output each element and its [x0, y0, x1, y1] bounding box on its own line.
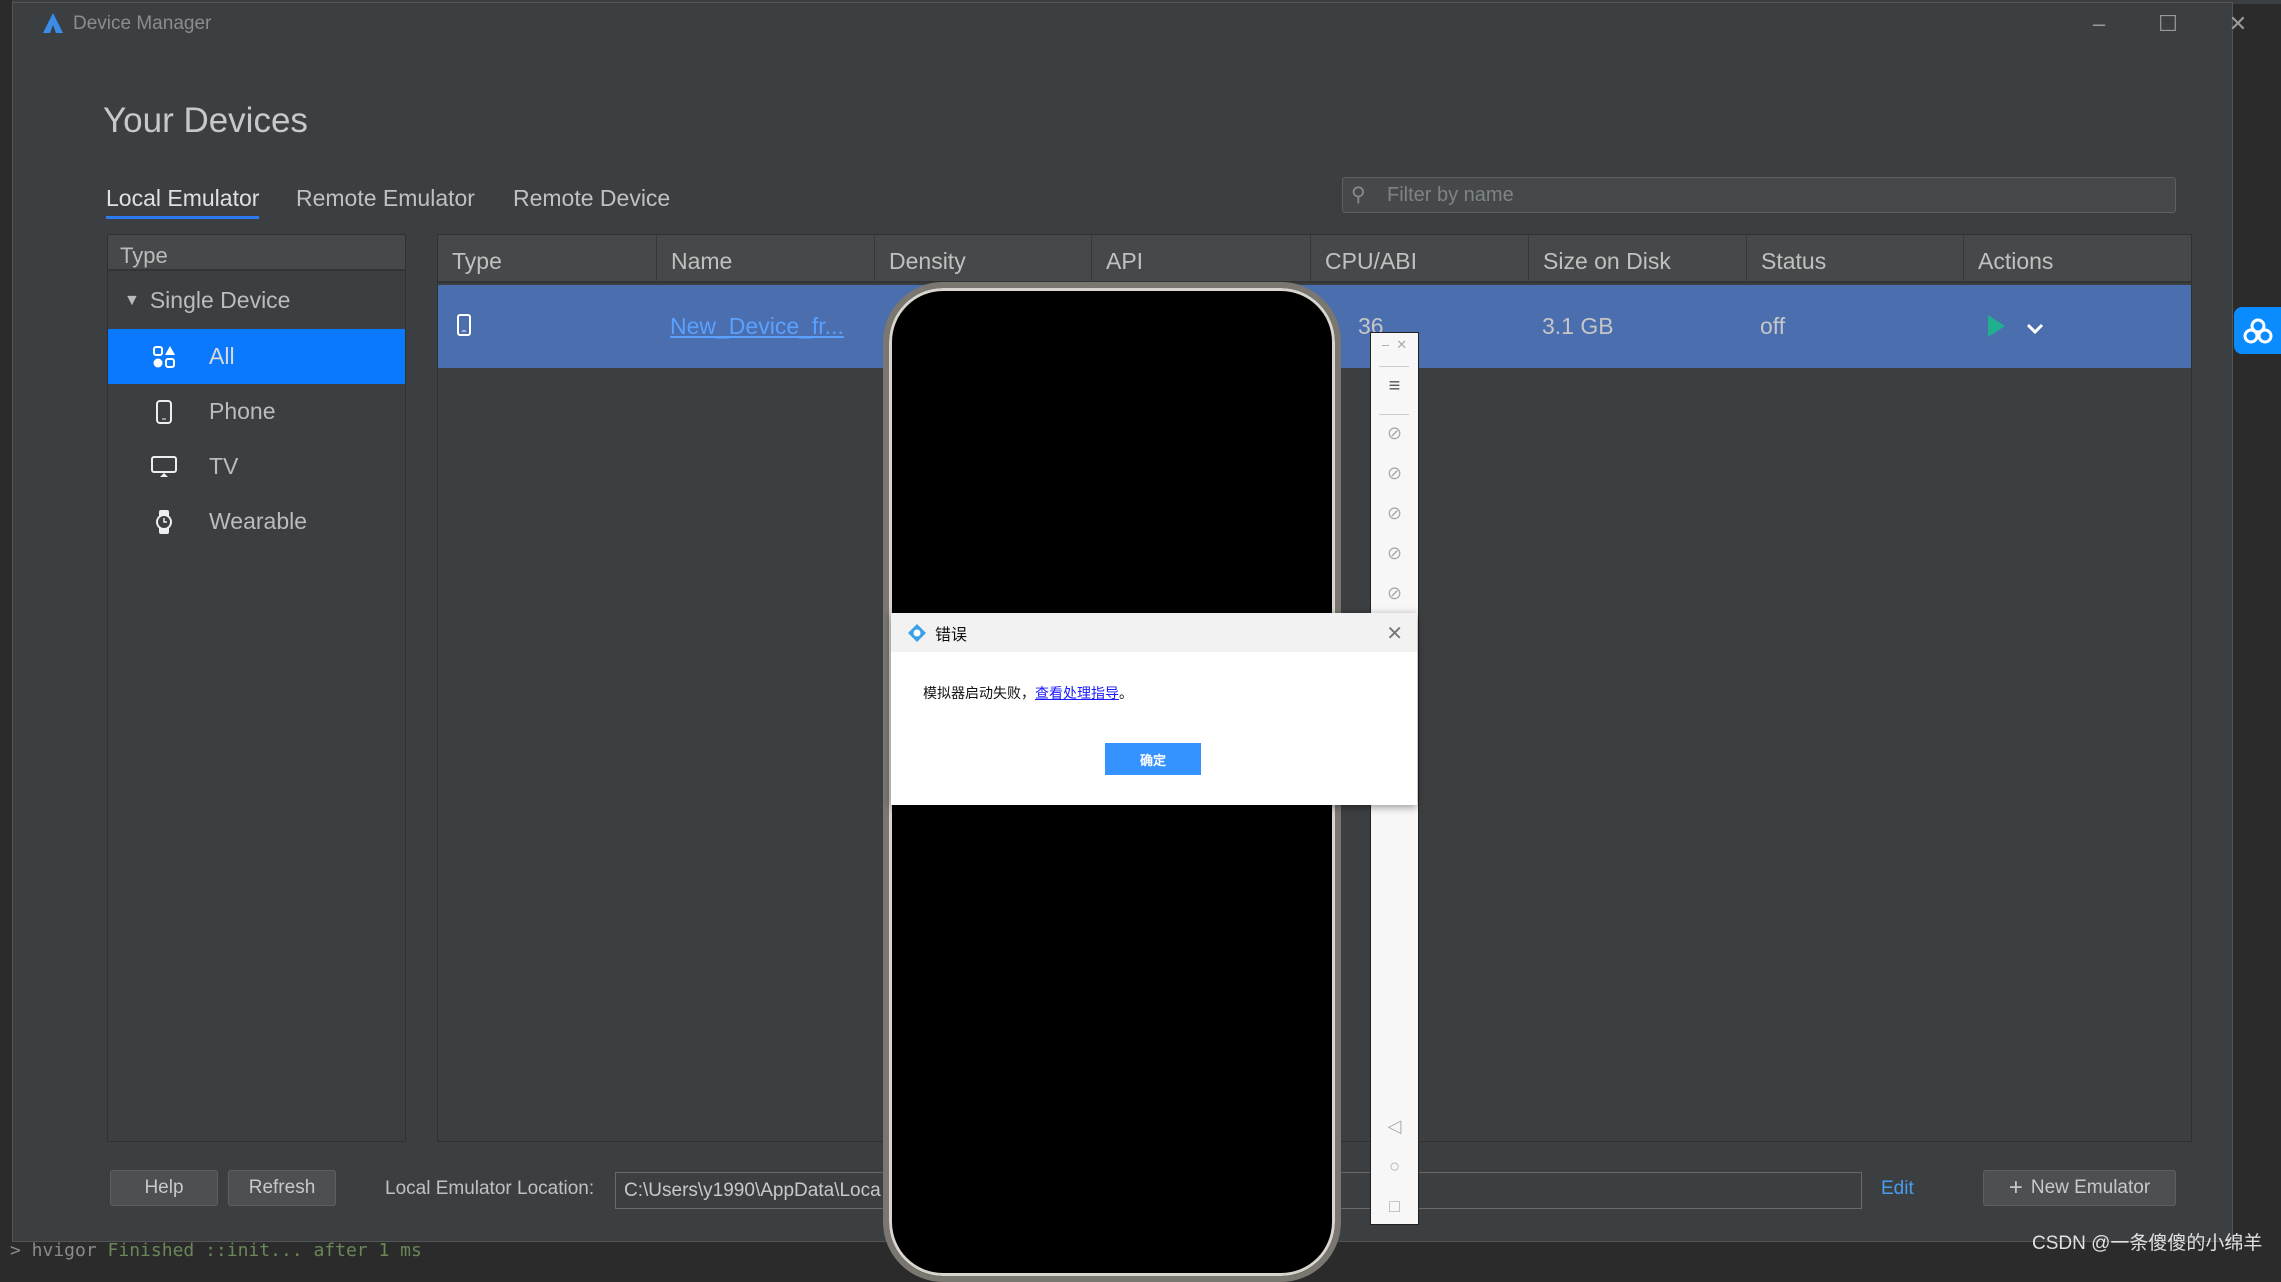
console-output: > hvigor Finished ::init... after 1 ms: [10, 1240, 422, 1261]
chevron-down-icon[interactable]: [2026, 315, 2044, 342]
help-button[interactable]: Help: [110, 1170, 218, 1206]
type-item-label: Wearable: [209, 508, 308, 534]
console-text: Finished ::init... after 1 ms: [107, 1240, 422, 1261]
new-emulator-button[interactable]: + New Emulator: [1983, 1170, 2176, 1206]
column-density[interactable]: Density: [874, 235, 980, 283]
type-item-wearable[interactable]: Wearable: [108, 494, 405, 549]
phone-icon: [456, 313, 472, 343]
triangle-down-icon: ▼: [124, 291, 140, 309]
floating-assistant-button[interactable]: [2234, 307, 2281, 354]
menu-icon[interactable]: ≡: [1371, 375, 1418, 398]
type-item-label: All: [209, 343, 235, 369]
group-label: Single Device: [149, 287, 291, 313]
page-title: Your Devices: [103, 101, 308, 140]
type-item-phone[interactable]: Phone: [108, 384, 405, 439]
play-button[interactable]: [1986, 314, 2006, 344]
dialog-close-button[interactable]: ✕: [1386, 621, 1403, 646]
table-header: Type Name Density API CPU/ABI Size on Di…: [438, 235, 2191, 283]
column-actions: Actions: [1963, 235, 2067, 283]
tv-icon: [151, 454, 177, 480]
volume-up-disabled-icon[interactable]: ⊘: [1371, 463, 1418, 484]
ide-left-strip: [0, 0, 12, 1260]
type-item-all[interactable]: All: [108, 329, 405, 384]
device-name-link[interactable]: New_Device_fr...: [670, 313, 844, 339]
filter-field[interactable]: ⚲: [1342, 177, 2176, 213]
group-single-device[interactable]: ▼ Single Device: [108, 273, 405, 328]
column-name[interactable]: Name: [656, 235, 746, 283]
maximize-button[interactable]: ☐: [2153, 11, 2183, 37]
app-logo-icon: [43, 13, 63, 33]
cell-size: 3.1 GB: [1542, 313, 1614, 339]
column-api[interactable]: API: [1091, 235, 1157, 283]
help-guide-link[interactable]: 查看处理指导: [1035, 685, 1119, 701]
recents-icon[interactable]: □: [1371, 1196, 1418, 1217]
column-status[interactable]: Status: [1746, 235, 1840, 283]
search-icon: ⚲: [1351, 184, 1366, 206]
plus-icon: +: [2008, 1174, 2023, 1201]
refresh-button[interactable]: Refresh: [228, 1170, 336, 1206]
close-button[interactable]: ✕: [2223, 11, 2253, 37]
type-item-tv[interactable]: TV: [108, 439, 405, 494]
type-item-label: Phone: [209, 398, 276, 424]
filter-input[interactable]: [1387, 178, 2167, 212]
ok-button[interactable]: 确定: [1105, 743, 1201, 775]
minimize-button[interactable]: –: [2084, 11, 2114, 37]
error-dialog: 错误 ✕ 模拟器启动失败，查看处理指导。 确定: [891, 613, 1417, 805]
watermark: CSDN @一条傻傻的小绵羊: [2032, 1233, 2263, 1254]
type-item-label: TV: [209, 453, 239, 479]
dialog-message-suffix: 。: [1119, 685, 1133, 701]
watch-icon: [151, 509, 177, 535]
screenshot-disabled-icon[interactable]: ⊘: [1371, 583, 1418, 604]
cell-status: off: [1760, 313, 1786, 339]
app-diamond-icon: [908, 623, 926, 642]
tab-remote-device[interactable]: Remote Device: [513, 185, 670, 216]
dialog-title: 错误: [935, 626, 968, 644]
console-prefix: > hvigor: [10, 1240, 108, 1261]
dialog-message-text: 模拟器启动失败，: [923, 685, 1035, 701]
window-title: Device Manager: [73, 13, 212, 34]
location-label: Local Emulator Location:: [385, 1178, 595, 1199]
power-disabled-icon[interactable]: ⊘: [1371, 423, 1418, 444]
toolbar-minimize-close[interactable]: – ✕: [1371, 337, 1418, 353]
type-panel-header: Type: [108, 235, 405, 271]
edit-link[interactable]: Edit: [1881, 1178, 1914, 1200]
home-icon[interactable]: ○: [1371, 1156, 1418, 1177]
volume-down-disabled-icon[interactable]: ⊘: [1371, 503, 1418, 524]
tab-remote-emulator[interactable]: Remote Emulator: [296, 185, 475, 216]
rotate-disabled-icon[interactable]: ⊘: [1371, 543, 1418, 564]
column-type[interactable]: Type: [438, 235, 516, 283]
cloud-link-icon: [2243, 318, 2272, 343]
tab-local-emulator[interactable]: Local Emulator: [106, 185, 260, 219]
column-size[interactable]: Size on Disk: [1528, 235, 1685, 283]
dialog-header: 错误: [891, 613, 1417, 652]
phone-icon: [151, 399, 177, 425]
new-emulator-label: New Emulator: [2030, 1177, 2151, 1198]
column-cpu-abi[interactable]: CPU/ABI: [1310, 235, 1431, 283]
dialog-message: 模拟器启动失败，查看处理指导。: [923, 683, 1133, 703]
type-panel: Type ▼ Single Device All Phone TV Wearabl…: [107, 234, 406, 1142]
back-icon[interactable]: ◁: [1371, 1116, 1418, 1137]
categories-icon: [151, 344, 177, 370]
